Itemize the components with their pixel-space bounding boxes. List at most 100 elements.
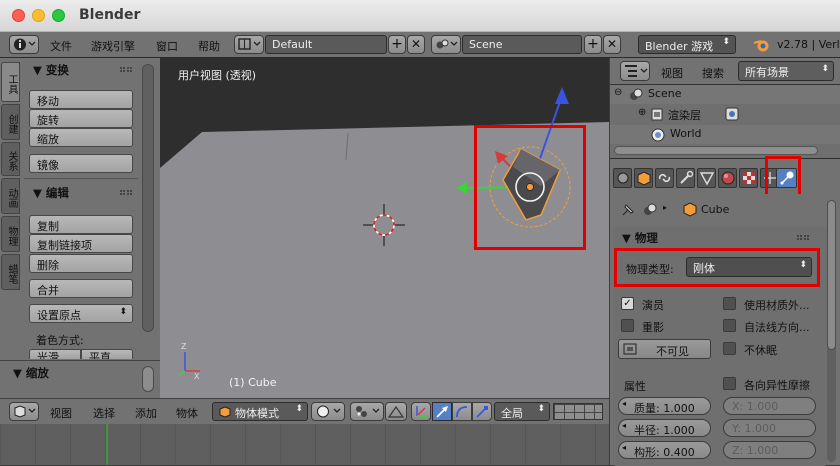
screen-layout-selector[interactable] — [234, 35, 264, 54]
join-button[interactable]: 合并 — [29, 279, 133, 298]
viewport-shading-selector[interactable] — [311, 402, 345, 421]
drag-handle-icon[interactable] — [797, 235, 809, 240]
menu-help[interactable]: 帮助 — [198, 38, 220, 54]
radius-field[interactable]: ◂ 半径: 1.000 — [618, 419, 711, 437]
outliner-row[interactable]: World — [610, 125, 840, 144]
tab-constraints[interactable] — [655, 168, 674, 188]
physics-panel-header[interactable]: ▼ 物理 — [622, 230, 658, 246]
tab-create[interactable]: 创建 — [1, 104, 20, 140]
outliner-item-render-layers[interactable]: 渲染层 — [668, 107, 701, 123]
menu-window[interactable]: 窗口 — [156, 38, 178, 54]
tool-shelf-scrollbar[interactable] — [142, 64, 154, 332]
edit-panel-header[interactable]: ▼ 编辑 — [33, 185, 69, 201]
transform-orientation-selector[interactable]: 全局 ⬍ — [494, 402, 550, 421]
invisible-toggle[interactable]: 不可见 — [618, 339, 711, 359]
no-sleep-checkbox[interactable] — [723, 342, 736, 355]
add-layout-button[interactable]: + — [388, 35, 406, 54]
delete-scene-button[interactable]: ✕ — [603, 35, 621, 54]
menu-outliner-view[interactable]: 视图 — [661, 65, 683, 81]
friction-y-field[interactable]: Y: 1.000 — [723, 419, 816, 437]
rotate-button[interactable]: 旋转 — [29, 109, 133, 128]
mass-field[interactable]: ◂ 质量: 1.000 — [618, 397, 711, 415]
drag-handle-icon[interactable] — [120, 190, 132, 195]
anisotropic-friction-checkbox[interactable] — [723, 377, 736, 390]
menu-select[interactable]: 选择 — [93, 405, 115, 421]
manipulator-scale-button[interactable] — [472, 402, 492, 421]
menu-game-engine[interactable]: 游戏引擎 — [91, 38, 135, 54]
pin-icon[interactable] — [620, 202, 636, 218]
form-factor-field[interactable]: ◂ 构形: 0.400 — [618, 441, 711, 459]
scene-selector[interactable] — [431, 35, 461, 54]
outliner-item-world[interactable]: World — [670, 127, 702, 140]
pivot-point-selector[interactable] — [350, 402, 384, 421]
menu-view[interactable]: 视图 — [50, 405, 72, 421]
normal-align-checkbox[interactable] — [723, 319, 736, 332]
tab-material[interactable] — [718, 168, 737, 188]
tab-relations[interactable]: 关系 — [1, 142, 20, 176]
maximize-window-button[interactable] — [52, 9, 65, 22]
ghost-checkbox[interactable] — [621, 319, 634, 332]
minimize-window-button[interactable] — [32, 9, 45, 22]
outliner-scrollbar[interactable] — [614, 146, 818, 155]
3d-viewport[interactable]: 用户视图 (透视) Z X (1) Cube — [160, 58, 609, 398]
layer-buttons[interactable] — [553, 403, 603, 420]
delete-button[interactable]: 删除 — [29, 254, 133, 273]
timeline-area[interactable] — [0, 424, 609, 465]
menu-outliner-search[interactable]: 搜索 — [702, 65, 724, 81]
current-frame-marker[interactable] — [106, 424, 108, 465]
scene-field[interactable]: Scene — [462, 35, 582, 54]
scroll-handle[interactable] — [142, 366, 154, 392]
tab-grease-pencil[interactable]: 蜡笔 — [1, 254, 20, 290]
tab-modifiers[interactable] — [676, 168, 695, 188]
transform-manipulator-toggle[interactable] — [385, 402, 407, 421]
tab-physics[interactable]: 物理 — [1, 216, 20, 252]
editor-type-button[interactable] — [620, 61, 650, 81]
screen-layout-field[interactable]: Default — [265, 35, 387, 54]
move-button[interactable]: 移动 — [29, 90, 133, 109]
manipulator-arc-button[interactable] — [452, 402, 472, 421]
add-scene-button[interactable]: + — [584, 35, 602, 54]
use-material-checkbox[interactable] — [723, 297, 736, 310]
manipulator-rotate-button[interactable] — [432, 402, 452, 421]
menu-add[interactable]: 添加 — [135, 405, 157, 421]
scale-button[interactable]: 缩放 — [29, 128, 133, 147]
axis-z-label: Z — [181, 342, 187, 351]
set-origin-dropdown[interactable]: 设置原点 ⬍ — [29, 304, 133, 323]
delete-layout-button[interactable]: ✕ — [407, 35, 425, 54]
tab-object[interactable] — [634, 168, 653, 188]
shading-flat-button[interactable]: 平直 — [81, 349, 133, 359]
editor-type-button[interactable] — [9, 402, 39, 421]
outliner-filter-selector[interactable]: 所有场景 ⬍ — [738, 61, 834, 81]
editor-type-button[interactable] — [9, 35, 39, 54]
duplicate-button[interactable]: 复制 — [29, 215, 133, 234]
actor-checkbox[interactable]: ✓ — [621, 297, 634, 310]
friction-z-field[interactable]: Z: 1.000 — [723, 441, 816, 459]
tab-render[interactable] — [613, 168, 632, 188]
expand-plus-icon[interactable]: ⊕ — [638, 107, 646, 118]
collapse-minus-icon[interactable]: ⊖ — [614, 87, 622, 98]
mirror-button[interactable]: 镜像 — [29, 154, 133, 173]
outliner-row[interactable]: ⊖ Scene — [610, 85, 840, 104]
tab-texture[interactable] — [739, 168, 758, 188]
tab-tools[interactable]: 工具 — [1, 62, 20, 102]
outliner-item-scene[interactable]: Scene — [648, 87, 682, 100]
properties-scroll-handle[interactable] — [827, 200, 836, 350]
menu-object[interactable]: 物体 — [176, 405, 198, 421]
axis-gizmo — [178, 352, 200, 376]
drag-handle-icon[interactable] — [120, 67, 132, 72]
manipulator-translate-button[interactable] — [411, 402, 431, 421]
render-engine-selector[interactable]: Blender 游戏 ⬍ — [638, 35, 736, 54]
close-window-button[interactable] — [12, 9, 25, 22]
friction-x-field[interactable]: X: 1.000 — [723, 397, 816, 415]
tab-animation[interactable]: 动画 — [1, 178, 20, 214]
tab-data[interactable] — [697, 168, 716, 188]
transform-panel-header[interactable]: ▼ 变换 — [33, 62, 69, 78]
duplicate-linked-button[interactable]: 复制链接项 — [29, 234, 133, 253]
outliner[interactable]: ⊖ Scene ⊕ 渲染层 World — [610, 85, 840, 158]
mode-selector[interactable]: 物体模式 ⬍ — [212, 402, 308, 421]
outliner-row[interactable]: ⊕ 渲染层 — [610, 104, 840, 125]
menu-file[interactable]: 文件 — [50, 38, 72, 54]
render-layer-icon[interactable] — [724, 106, 740, 122]
shading-smooth-button[interactable]: 光滑 — [29, 349, 81, 359]
scale-panel-header[interactable]: ▼ 缩放 — [13, 365, 49, 381]
